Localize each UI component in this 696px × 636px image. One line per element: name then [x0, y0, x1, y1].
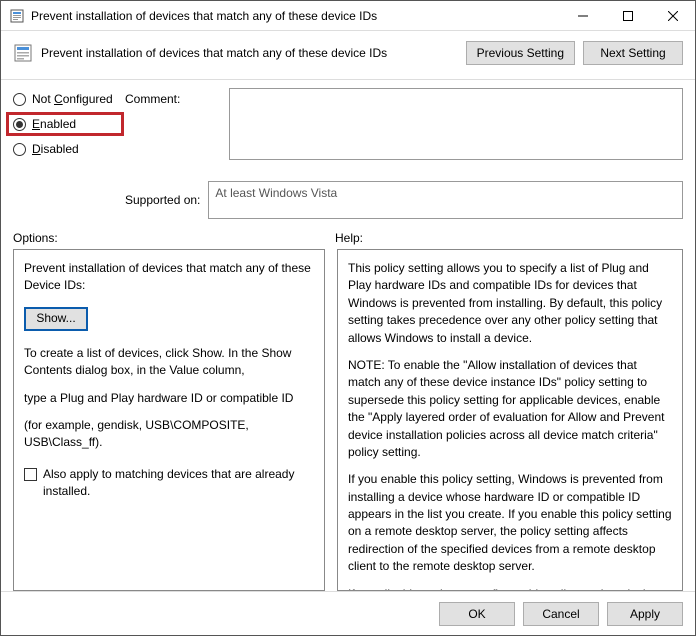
radio-label: Disabled: [32, 142, 79, 156]
options-hint-type: type a Plug and Play hardware ID or comp…: [24, 390, 314, 407]
help-label: Help:: [335, 231, 683, 245]
radio-disabled[interactable]: Disabled: [13, 142, 117, 156]
options-panel: Prevent installation of devices that mat…: [13, 249, 325, 591]
show-button[interactable]: Show...: [24, 307, 88, 331]
policy-icon: [13, 43, 33, 63]
ok-button[interactable]: OK: [439, 602, 515, 626]
radio-icon: [13, 143, 26, 156]
help-paragraph: If you enable this policy setting, Windo…: [348, 471, 672, 575]
window-title: Prevent installation of devices that mat…: [31, 9, 560, 23]
checkbox-icon: [24, 468, 37, 481]
previous-setting-button[interactable]: Previous Setting: [466, 41, 575, 65]
next-setting-button[interactable]: Next Setting: [583, 41, 683, 65]
help-paragraph: NOTE: To enable the "Allow installation …: [348, 357, 672, 461]
header-row: Prevent installation of devices that mat…: [1, 31, 695, 80]
radio-label: Not Configured: [32, 92, 113, 106]
comment-label: Comment:: [125, 88, 221, 106]
radio-icon: [13, 118, 26, 131]
also-apply-row[interactable]: Also apply to matching devices that are …: [24, 466, 314, 501]
help-paragraph: This policy setting allows you to specif…: [348, 260, 672, 347]
close-button[interactable]: [650, 1, 695, 30]
comment-textarea[interactable]: [229, 88, 683, 160]
header-title: Prevent installation of devices that mat…: [41, 46, 458, 60]
options-hint-show: To create a list of devices, click Show.…: [24, 345, 314, 380]
radio-enabled[interactable]: Enabled: [6, 112, 124, 136]
radio-label: Enabled: [32, 117, 76, 131]
options-label: Options:: [13, 231, 335, 245]
maximize-button[interactable]: [605, 1, 650, 30]
app-icon: [9, 8, 25, 24]
title-bar: Prevent installation of devices that mat…: [1, 1, 695, 31]
minimize-button[interactable]: [560, 1, 605, 30]
settings-grid: Not Configured Enabled Disabled Comment:…: [1, 80, 695, 225]
comment-box: [229, 88, 683, 163]
dialog-window: Prevent installation of devices that mat…: [0, 0, 696, 636]
supported-on-value: At least Windows Vista: [208, 181, 683, 219]
radio-not-configured[interactable]: Not Configured: [13, 92, 117, 106]
options-heading: Prevent installation of devices that mat…: [24, 260, 314, 295]
supported-on-label: Supported on:: [125, 193, 200, 207]
state-radio-group: Not Configured Enabled Disabled: [13, 88, 117, 156]
panels-row: Prevent installation of devices that mat…: [1, 249, 695, 591]
section-labels: Options: Help:: [1, 225, 695, 249]
help-panel: This policy setting allows you to specif…: [337, 249, 683, 591]
options-hint-example: (for example, gendisk, USB\COMPOSITE, US…: [24, 417, 314, 452]
cancel-button[interactable]: Cancel: [523, 602, 599, 626]
apply-button[interactable]: Apply: [607, 602, 683, 626]
footer: OK Cancel Apply: [1, 591, 695, 635]
checkbox-label: Also apply to matching devices that are …: [43, 466, 314, 501]
radio-icon: [13, 93, 26, 106]
